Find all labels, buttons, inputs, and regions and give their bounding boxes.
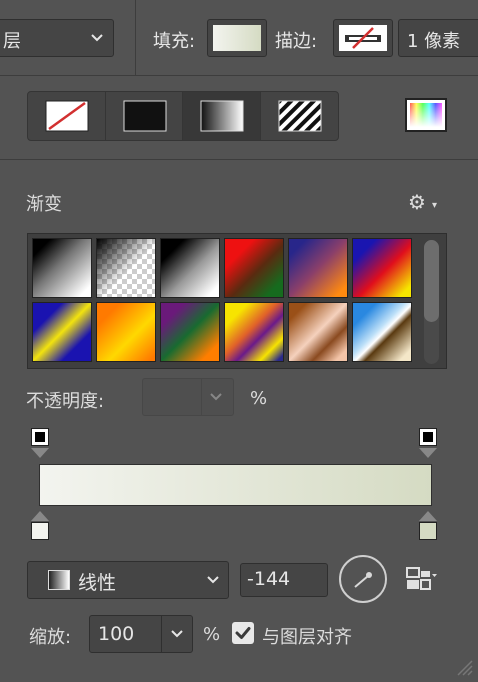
preset-orange-yellow[interactable] bbox=[96, 302, 156, 362]
scale-value: 100 bbox=[98, 623, 135, 645]
preset-transparent-checker[interactable] bbox=[96, 238, 156, 298]
opacity-field[interactable] bbox=[142, 378, 234, 416]
chevron-down-icon bbox=[91, 34, 103, 42]
angle-value: -144 bbox=[247, 568, 291, 590]
align-with-layer-label: 与图层对齐 bbox=[262, 627, 352, 648]
angle-input[interactable]: -144 bbox=[240, 563, 328, 597]
gradient-preview-bar[interactable] bbox=[39, 464, 432, 506]
color-stop-right[interactable] bbox=[419, 522, 437, 540]
preset-blue-yellow-blue[interactable] bbox=[32, 302, 92, 362]
divider bbox=[161, 616, 162, 652]
gradient-button[interactable] bbox=[183, 92, 261, 140]
color-picker-icon[interactable] bbox=[405, 98, 447, 132]
preset-violet-green-orange[interactable] bbox=[160, 302, 220, 362]
divider bbox=[0, 159, 478, 160]
opacity-label: 不透明度: bbox=[26, 391, 105, 412]
angle-dial-icon[interactable] bbox=[339, 555, 387, 603]
gradient-style-select[interactable]: 线性 bbox=[27, 561, 229, 599]
opacity-unit: % bbox=[250, 388, 268, 409]
preset-copper[interactable] bbox=[288, 302, 348, 362]
stroke-swatch-icon bbox=[339, 25, 387, 51]
section-title: 渐变 bbox=[26, 194, 62, 215]
align-with-layer-checkbox[interactable] bbox=[232, 622, 254, 644]
divider bbox=[201, 379, 202, 415]
layer-select-label: 层 bbox=[3, 31, 21, 52]
reverse-gradient-icon[interactable] bbox=[406, 566, 438, 592]
stroke-swatch-button[interactable] bbox=[333, 19, 393, 57]
gradient-presets-panel bbox=[27, 233, 447, 369]
linear-gradient-icon bbox=[48, 570, 70, 590]
pattern-button[interactable] bbox=[261, 92, 339, 140]
caret-down-icon: ▾ bbox=[432, 200, 438, 211]
preset-blue-orange[interactable] bbox=[288, 238, 348, 298]
chevron-down-icon bbox=[171, 630, 183, 638]
solid-color-button[interactable] bbox=[106, 92, 183, 140]
stroke-label: 描边: bbox=[275, 31, 318, 52]
color-stop-left[interactable] bbox=[31, 522, 49, 540]
fill-label: 填充: bbox=[153, 31, 196, 52]
pattern-icon bbox=[278, 100, 321, 132]
opacity-stop-marker bbox=[419, 448, 437, 458]
divider bbox=[135, 0, 136, 76]
options-bar: 层 填充: 描边: 1 像素 bbox=[0, 0, 478, 76]
scale-label: 缩放: bbox=[29, 627, 72, 648]
solid-color-icon bbox=[123, 100, 166, 132]
color-stop-marker bbox=[419, 511, 437, 521]
preset-black-white[interactable] bbox=[32, 238, 92, 298]
opacity-stop-right[interactable] bbox=[419, 428, 437, 446]
gradient-presets-grid bbox=[32, 238, 412, 362]
preset-chrome[interactable] bbox=[352, 302, 412, 362]
preset-yellow-violet[interactable] bbox=[224, 302, 284, 362]
opacity-stop-left[interactable] bbox=[31, 428, 49, 446]
presets-scrollbar[interactable] bbox=[424, 240, 439, 364]
gradient-icon bbox=[200, 100, 244, 132]
opacity-stop-marker bbox=[31, 448, 49, 458]
scale-unit: % bbox=[203, 624, 221, 645]
no-fill-icon bbox=[45, 100, 89, 132]
stroke-width-field[interactable]: 1 像素 bbox=[398, 19, 478, 57]
preset-red-green[interactable] bbox=[224, 238, 284, 298]
fill-swatch-button[interactable] bbox=[207, 19, 267, 57]
preset-black-white-2[interactable] bbox=[160, 238, 220, 298]
stroke-width-value: 1 像素 bbox=[407, 31, 461, 52]
resize-grip-icon[interactable] bbox=[455, 658, 473, 676]
layer-select[interactable]: 层 bbox=[0, 19, 114, 57]
no-fill-button[interactable] bbox=[28, 92, 106, 140]
gear-icon[interactable]: ⚙ bbox=[408, 190, 426, 214]
scrollbar-thumb[interactable] bbox=[424, 240, 439, 322]
gradient-style-label: 线性 bbox=[78, 572, 117, 594]
chevron-down-icon bbox=[207, 576, 219, 584]
fill-swatch bbox=[213, 25, 261, 51]
preset-blue-red-yellow[interactable] bbox=[352, 238, 412, 298]
color-stop-marker bbox=[31, 511, 49, 521]
scale-field[interactable]: 100 bbox=[89, 615, 193, 653]
chevron-down-icon bbox=[210, 393, 222, 401]
fill-type-segmented-control bbox=[27, 91, 339, 141]
